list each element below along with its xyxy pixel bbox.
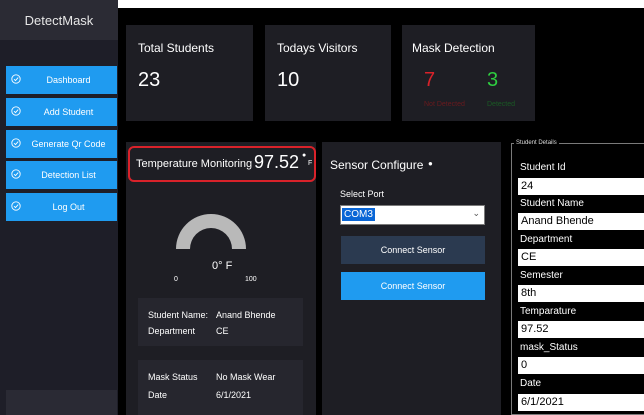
connect-sensor-button-1[interactable]: Connect Sensor [341,236,485,264]
card-title: Mask Detection [412,41,495,55]
detail-label-student-name: Student Name [520,198,584,209]
student-name-label: Student Name: [148,310,209,320]
sidebar-item-dashboard[interactable]: Dashboard [6,66,117,94]
semester-field[interactable]: 8th [518,285,644,302]
sidebar: DetectMask Dashboard Add Student Generat… [0,0,118,415]
mask-status-box: Mask Status No Mask Wear Date 6/1/2021 [138,360,303,415]
chevron-down-icon: ⌄ [472,208,480,218]
degree-dot: ● [302,152,307,159]
department-value: CE [216,326,229,336]
sidebar-item-label: Dashboard [46,75,91,85]
date-value: 6/1/2021 [216,390,252,400]
student-details-title: Student Details [514,140,559,146]
detected-count: 3 [487,69,499,91]
temperature-gauge [176,214,246,249]
temperature-value: 97.52 [254,152,300,172]
todays-visitors-card: Todays Visitors 10 [265,25,391,121]
sidebar-item-log-out[interactable]: Log Out [6,193,117,221]
detail-label-department: Department [520,234,573,245]
check-circle-icon [11,201,21,211]
detail-label-date: Date [520,378,542,389]
port-select[interactable]: COM3 ⌄ [340,205,485,225]
port-select-value: COM3 [342,208,375,221]
sidebar-footer [6,390,117,415]
temperature-panel: Temperature Monitoring 97.52 ● F 0° F 0 … [126,142,316,415]
total-students-card: Total Students 23 [126,25,253,121]
gauge-label: 0° F [212,260,233,272]
detail-label-temperature: Temparature [520,306,577,317]
sidebar-item-add-student[interactable]: Add Student [6,98,117,126]
check-circle-icon [11,169,21,179]
sidebar-item-detection-list[interactable]: Detection List [6,161,117,189]
department-field[interactable]: CE [518,249,644,266]
card-title: Total Students [138,41,215,55]
sensor-title: Sensor Configure [330,158,424,172]
check-circle-icon [11,74,21,84]
student-name-field[interactable]: Anand Bhende [518,213,644,230]
mask-status-field[interactable]: 0 [518,357,644,374]
mask-status-label: Mask Status [148,372,198,382]
detail-label-semester: Semester [520,270,563,281]
check-circle-icon [11,138,21,148]
gauge-max: 100 [245,276,257,283]
temperature-unit: F [308,160,313,167]
detail-label-mask-status: mask_Status [520,342,578,353]
select-port-label: Select Port [340,189,385,199]
status-dot: ● [428,159,433,168]
sidebar-item-label: Log Out [52,202,85,212]
sidebar-item-label: Add Student [43,107,94,117]
student-name-value: Anand Bhende [216,310,276,320]
app-title: DetectMask [0,0,118,40]
temperature-field[interactable]: 97.52 [518,321,644,338]
sidebar-item-label: Generate Qr Code [31,139,106,149]
card-title: Todays Visitors [277,41,358,55]
date-field[interactable]: 6/1/2021 [518,394,644,411]
not-detected-label: Not Detected [424,101,465,108]
mask-detection-card: Mask Detection 7 3 Not Detected Detected [402,25,535,121]
connect-sensor-button-2[interactable]: Connect Sensor [341,272,485,300]
sidebar-item-label: Detection List [41,170,96,180]
gauge-min: 0 [174,276,178,283]
date-label: Date [148,390,168,400]
card-value: 23 [138,69,161,91]
temperature-header: Temperature Monitoring 97.52 ● F [128,146,316,182]
card-value: 10 [277,69,300,91]
detail-label-student-id: Student Id [520,162,566,173]
check-circle-icon [11,106,21,116]
student-info-box: Student Name: Anand Bhende Department CE [138,298,303,346]
not-detected-count: 7 [424,69,436,91]
detected-label: Detected [487,101,516,108]
department-label: Department [148,326,196,336]
mask-status-value: No Mask Wear [216,372,276,382]
top-strip [118,0,644,8]
sidebar-item-generate-qr-code[interactable]: Generate Qr Code [6,130,117,158]
temperature-title: Temperature Monitoring [136,158,253,170]
student-id-field[interactable]: 24 [518,178,644,195]
